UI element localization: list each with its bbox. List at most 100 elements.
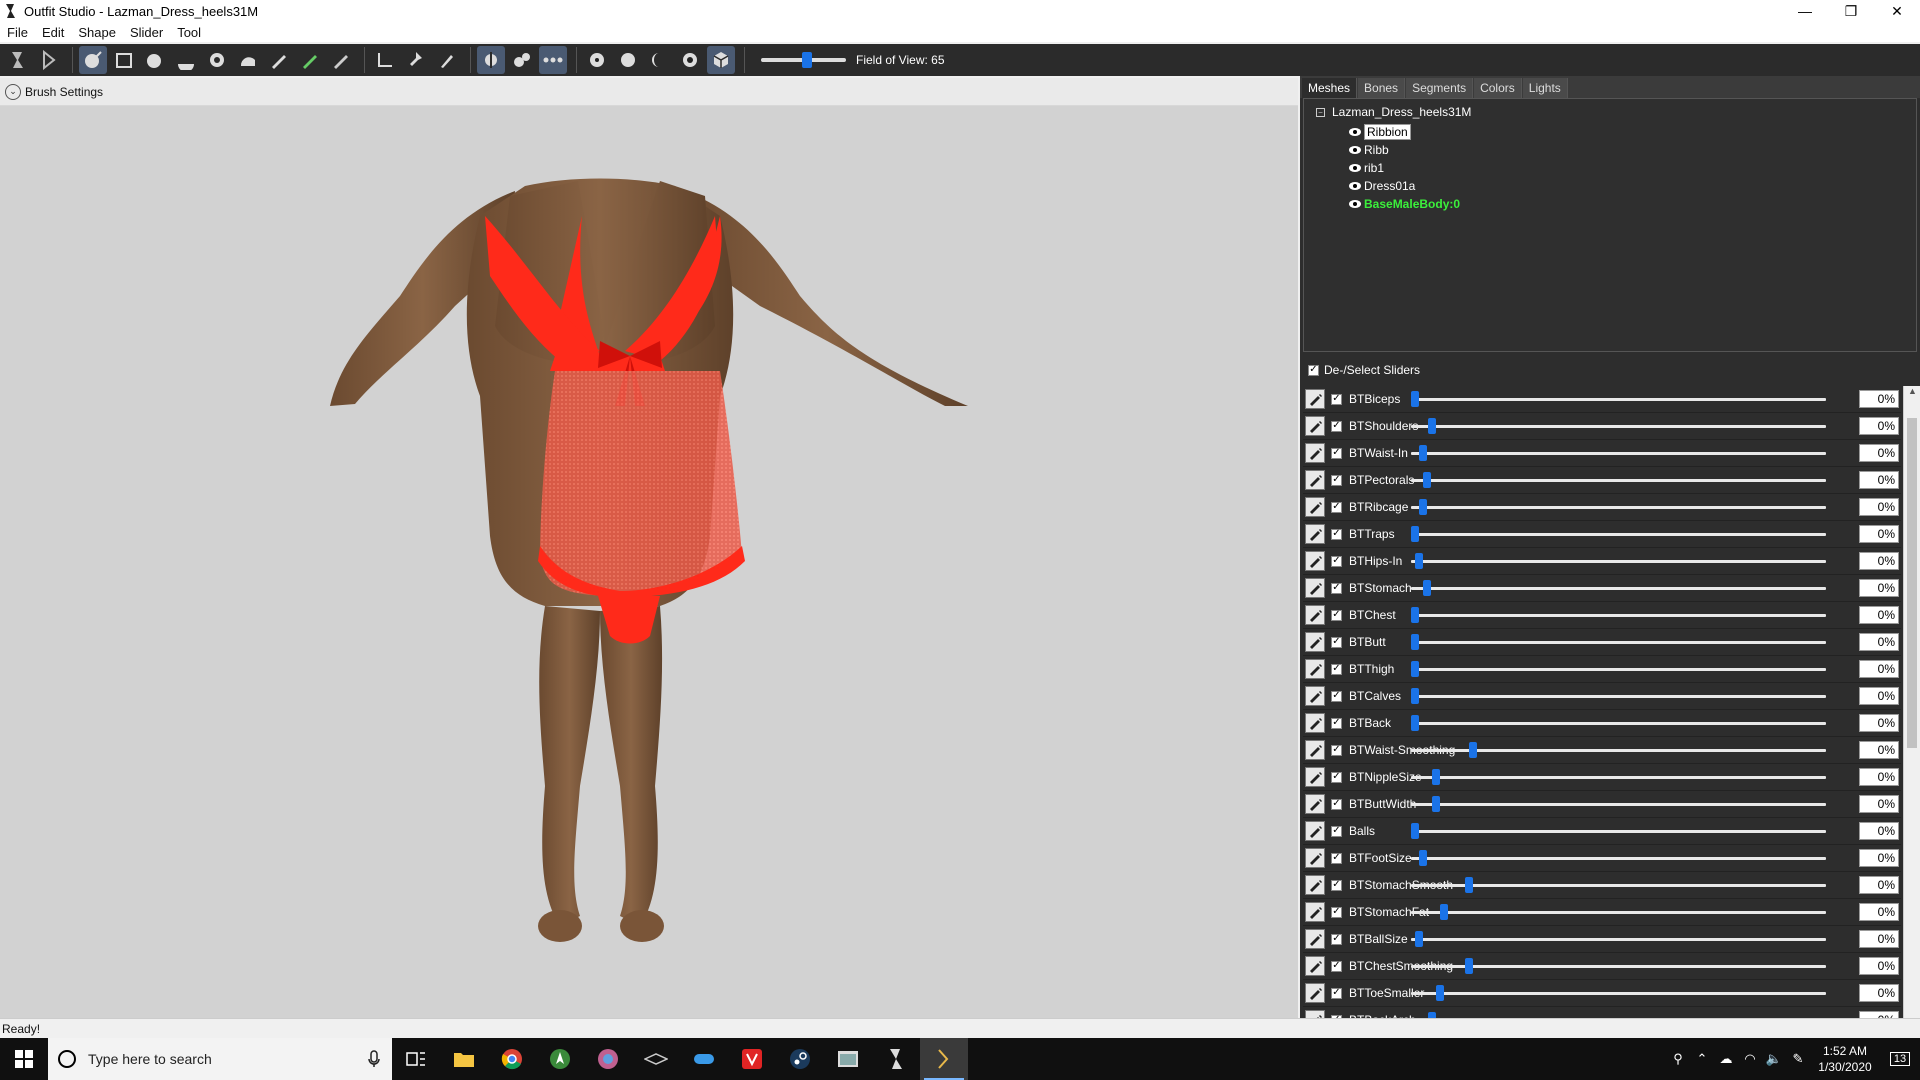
slider-thumb[interactable]: [1431, 796, 1440, 812]
textures-button[interactable]: [676, 46, 704, 74]
connected-only-button[interactable]: [508, 46, 536, 74]
move-brush-button[interactable]: [172, 46, 200, 74]
slider-checkbox[interactable]: [1331, 393, 1342, 405]
app-colorful-button[interactable]: [584, 1038, 632, 1080]
mirror-x-button[interactable]: [477, 46, 505, 74]
slider-thumb[interactable]: [1419, 850, 1428, 866]
slider-value-field[interactable]: 0%: [1859, 660, 1899, 678]
mesh-tree-root[interactable]: − Lazman_Dress_heels31M: [1316, 105, 1471, 119]
mesh-item[interactable]: Ribbion: [1348, 123, 1460, 141]
slider-checkbox[interactable]: [1331, 690, 1342, 702]
volume-icon[interactable]: 🔈: [1762, 1038, 1786, 1080]
outfit-studio-active-button[interactable]: [920, 1038, 968, 1080]
slider-edit-button[interactable]: [1305, 902, 1325, 922]
slider-checkbox[interactable]: [1331, 879, 1342, 891]
menu-shape[interactable]: Shape: [78, 25, 116, 40]
slider-edit-button[interactable]: [1305, 389, 1325, 409]
slider-thumb[interactable]: [1411, 715, 1419, 731]
fov-slider[interactable]: [761, 52, 846, 68]
slider-value-field[interactable]: 0%: [1859, 768, 1899, 786]
slider-thumb[interactable]: [1440, 904, 1449, 920]
color-brush-button[interactable]: [265, 46, 293, 74]
slider-edit-button[interactable]: [1305, 605, 1325, 625]
weight-brush-button[interactable]: [234, 46, 262, 74]
eye-icon[interactable]: [1348, 127, 1362, 137]
app-green-button[interactable]: [536, 1038, 584, 1080]
pen-workspace-icon[interactable]: ✎: [1786, 1038, 1810, 1080]
slider-checkbox[interactable]: [1331, 933, 1342, 945]
slider-thumb[interactable]: [1415, 931, 1424, 947]
pin-button[interactable]: [402, 46, 430, 74]
tab-lights[interactable]: Lights: [1522, 78, 1568, 98]
tab-bones[interactable]: Bones: [1358, 78, 1406, 98]
mesh-item[interactable]: Dress01a: [1348, 177, 1460, 195]
fov-slider-thumb[interactable]: [802, 52, 813, 68]
onedrive-icon[interactable]: ☁: [1714, 1038, 1738, 1080]
slider-edit-button[interactable]: [1305, 983, 1325, 1003]
scrollbar-thumb[interactable]: [1907, 418, 1917, 748]
slider-thumb[interactable]: [1431, 769, 1440, 785]
slider-checkbox[interactable]: [1331, 852, 1342, 864]
slider-track[interactable]: [1411, 580, 1826, 596]
slider-thumb[interactable]: [1411, 661, 1419, 677]
slider-thumb[interactable]: [1435, 985, 1444, 1001]
slider-track[interactable]: [1411, 985, 1826, 1001]
slider-value-field[interactable]: 0%: [1859, 417, 1899, 435]
slider-edit-button[interactable]: [1305, 578, 1325, 598]
slider-track[interactable]: [1411, 607, 1826, 623]
chrome-button[interactable]: [488, 1038, 536, 1080]
slider-track[interactable]: [1411, 742, 1826, 758]
minimize-button[interactable]: —: [1782, 0, 1828, 22]
slider-track[interactable]: [1411, 499, 1826, 515]
slider-edit-button[interactable]: [1305, 956, 1325, 976]
outfit-studio-taskbar-button[interactable]: [872, 1038, 920, 1080]
slider-track[interactable]: [1411, 904, 1826, 920]
mesh-item[interactable]: Ribb: [1348, 141, 1460, 159]
smooth-brush-button[interactable]: [203, 46, 231, 74]
slider-track[interactable]: [1411, 796, 1826, 812]
slider-checkbox[interactable]: [1331, 609, 1342, 621]
slider-track[interactable]: [1411, 526, 1826, 542]
eye-icon[interactable]: [1348, 145, 1362, 155]
slider-checkbox[interactable]: [1331, 744, 1342, 756]
unmask-brush-button[interactable]: [327, 46, 355, 74]
maximize-button[interactable]: ❐: [1828, 0, 1874, 22]
pen-button[interactable]: [433, 46, 461, 74]
vortex-button[interactable]: [728, 1038, 776, 1080]
slider-value-field[interactable]: 0%: [1859, 957, 1899, 975]
slider-checkbox[interactable]: [1331, 420, 1342, 432]
slider-track[interactable]: [1411, 958, 1826, 974]
slider-edit-button[interactable]: [1305, 821, 1325, 841]
menu-edit[interactable]: Edit: [42, 25, 64, 40]
3d-viewport[interactable]: [0, 106, 1298, 1018]
collapse-toggle-icon[interactable]: −: [1316, 107, 1325, 117]
slider-thumb[interactable]: [1427, 418, 1436, 434]
slider-checkbox[interactable]: [1331, 906, 1342, 918]
select-tool-button[interactable]: [4, 46, 32, 74]
close-button[interactable]: ✕: [1874, 0, 1920, 22]
steam-button[interactable]: [776, 1038, 824, 1080]
slider-edit-button[interactable]: [1305, 713, 1325, 733]
slider-value-field[interactable]: 0%: [1859, 795, 1899, 813]
slider-edit-button[interactable]: [1305, 632, 1325, 652]
slider-checkbox[interactable]: [1331, 987, 1342, 999]
slider-thumb[interactable]: [1411, 391, 1419, 407]
notification-center-icon[interactable]: 13: [1880, 1038, 1920, 1080]
slider-edit-button[interactable]: [1305, 1010, 1325, 1018]
slider-value-field[interactable]: 0%: [1859, 687, 1899, 705]
slider-checkbox[interactable]: [1331, 798, 1342, 810]
slider-value-field[interactable]: 0%: [1859, 849, 1899, 867]
slider-track[interactable]: [1411, 553, 1826, 569]
slider-thumb[interactable]: [1419, 499, 1428, 515]
slider-value-field[interactable]: 0%: [1859, 1011, 1899, 1018]
taskbar-search-box[interactable]: Type here to search: [48, 1038, 392, 1080]
menu-tool[interactable]: Tool: [177, 25, 201, 40]
slider-checkbox[interactable]: [1331, 825, 1342, 837]
tab-colors[interactable]: Colors: [1474, 78, 1522, 98]
slider-edit-button[interactable]: [1305, 875, 1325, 895]
slider-thumb[interactable]: [1423, 580, 1432, 596]
slider-checkbox[interactable]: [1331, 582, 1342, 594]
menu-file[interactable]: File: [7, 25, 28, 40]
chevron-down-icon[interactable]: ⌄: [5, 83, 21, 100]
slider-track[interactable]: [1411, 634, 1826, 650]
